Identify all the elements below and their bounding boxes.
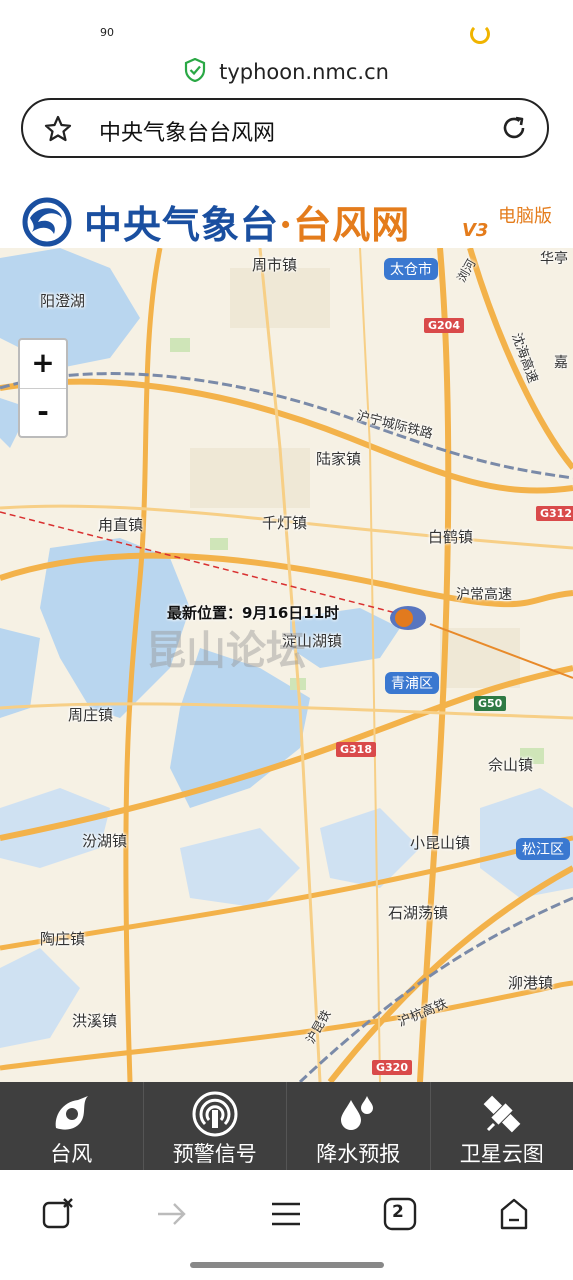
star-icon[interactable] xyxy=(43,114,73,148)
menu-icon[interactable] xyxy=(268,1196,304,1236)
reload-icon[interactable] xyxy=(499,113,529,147)
zoom-in-button[interactable]: + xyxy=(20,340,66,389)
place-label: 佘山镇 xyxy=(488,756,534,774)
gesture-bar xyxy=(190,1262,384,1268)
road-shield: G318 xyxy=(336,742,376,757)
place-label: 白鹤镇 xyxy=(428,528,474,546)
place-label: 洪溪镇 xyxy=(72,1012,118,1030)
loading-icon xyxy=(470,24,490,44)
typhoon-icon xyxy=(0,1090,143,1136)
place-label: 阳澄湖 xyxy=(40,292,86,310)
brand-part1: 中央气象台 xyxy=(84,202,280,247)
brand-dot: · xyxy=(279,202,294,247)
pc-version-link[interactable]: 电脑版 xyxy=(498,202,552,228)
version-label: V3 xyxy=(462,220,489,241)
road-shield: G320 xyxy=(372,1060,412,1075)
road-shield: G312 xyxy=(536,506,573,521)
tab-warning-signal[interactable]: 预警信号 xyxy=(144,1082,287,1170)
nmc-logo-icon xyxy=(18,196,76,252)
home-icon[interactable] xyxy=(496,1196,532,1236)
tab-typhoon[interactable]: 台风 xyxy=(0,1082,144,1170)
domain-text: typhoon.nmc.cn xyxy=(219,60,389,84)
place-label: 华亭 xyxy=(540,251,568,267)
warning-signal-icon xyxy=(144,1090,287,1137)
forward-arrow-icon[interactable] xyxy=(154,1196,190,1236)
site-header: 中央气象台·台风网 V3 电脑版 xyxy=(0,178,573,249)
road-shield: G204 xyxy=(424,318,464,333)
typhoon-map[interactable]: + - 周市镇 阳澄湖 陆家镇 甪直镇 千灯镇 白鹤镇 淀山湖镇 周庄镇 佘山镇… xyxy=(0,248,573,1082)
place-label: 陶庄镇 xyxy=(40,930,86,948)
tab-rain-forecast[interactable]: 降水预报 xyxy=(287,1082,431,1170)
place-label: 石湖荡镇 xyxy=(388,904,449,922)
close-tab-icon[interactable] xyxy=(40,1196,76,1236)
brand-part2: 台风网 xyxy=(293,202,411,247)
tab-satellite[interactable]: 卫星云图 xyxy=(431,1082,573,1170)
status-number: 90 xyxy=(100,26,114,39)
road-shield: G50 xyxy=(474,696,507,711)
tab-label: 预警信号 xyxy=(172,1142,257,1166)
status-bar: 90 xyxy=(0,0,573,58)
place-label: 周庄镇 xyxy=(68,706,114,724)
place-label: 周市镇 xyxy=(252,256,298,274)
bottom-tab-bar: 台风 预警信号 降水预报 卫星云图 xyxy=(0,1082,573,1170)
place-label: 陆家镇 xyxy=(316,450,362,468)
zoom-control: + - xyxy=(18,338,68,438)
tab-count: 2 xyxy=(392,1202,404,1222)
watermark: 昆山论坛 xyxy=(146,628,306,674)
highway-label: 沪常高速 xyxy=(456,587,512,603)
zoom-out-button[interactable]: - xyxy=(20,389,66,437)
satellite-icon xyxy=(431,1090,573,1136)
page-title: 中央气象台台风网 xyxy=(99,121,276,146)
shield-check-icon xyxy=(184,57,206,86)
address-bar[interactable]: 中央气象台台风网 xyxy=(21,98,549,158)
place-label: 泖港镇 xyxy=(508,974,554,992)
typhoon-marker-icon[interactable] xyxy=(390,606,426,630)
district-tag: 松江区 xyxy=(516,838,570,860)
place-label: 千灯镇 xyxy=(262,514,308,532)
place-label: 嘉 xyxy=(554,355,568,371)
brand-title: 中央气象台·台风网 xyxy=(84,194,410,249)
rain-drop-icon xyxy=(287,1090,430,1136)
district-tag: 太仓市 xyxy=(384,258,438,280)
tab-label: 台风 xyxy=(50,1142,93,1166)
tab-label: 降水预报 xyxy=(316,1142,401,1166)
url-display: typhoon.nmc.cn xyxy=(0,57,573,86)
district-tag: 青浦区 xyxy=(385,672,439,694)
place-label: 甪直镇 xyxy=(98,516,144,534)
place-label: 小昆山镇 xyxy=(410,834,471,852)
place-label: 汾湖镇 xyxy=(82,832,128,850)
tab-label: 卫星云图 xyxy=(459,1142,544,1166)
